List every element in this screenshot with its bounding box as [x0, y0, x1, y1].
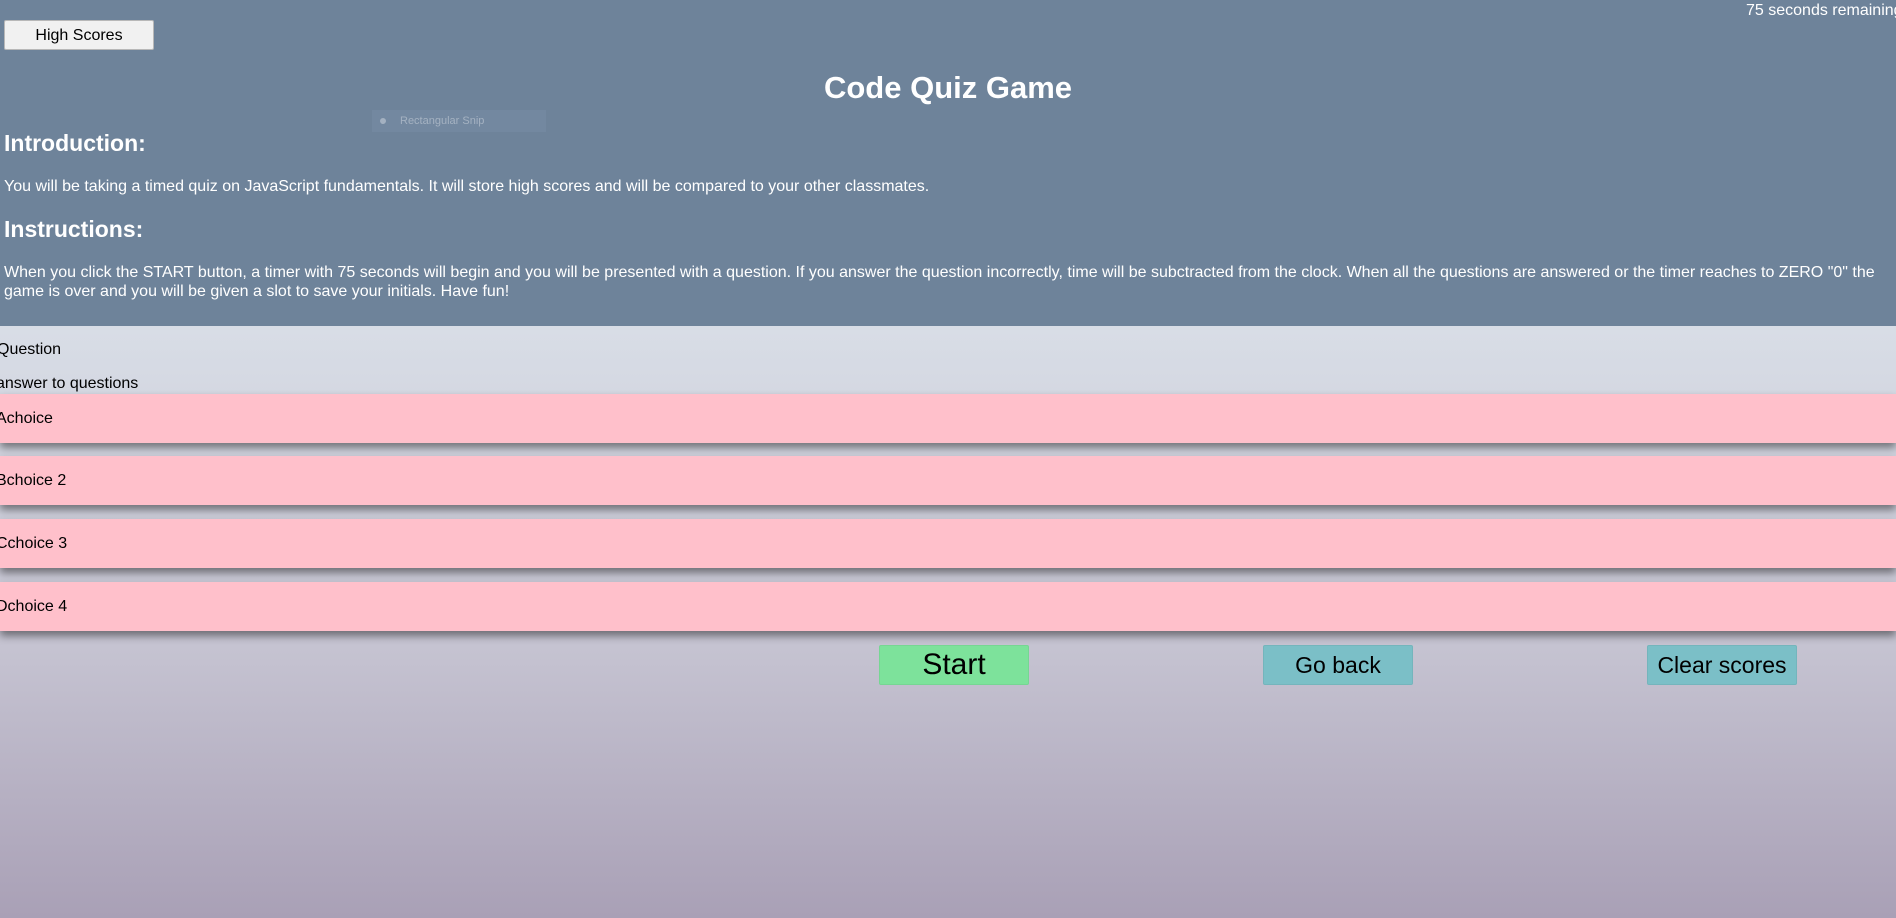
- choice-c-button[interactable]: Cchoice 3: [0, 519, 1896, 568]
- choice-d-button[interactable]: Dchoice 4: [0, 582, 1896, 631]
- instructions-heading: Instructions:: [4, 216, 144, 242]
- choice-d-label: Dchoice 4: [0, 598, 68, 615]
- go-back-button[interactable]: Go back: [1263, 645, 1413, 685]
- rectangular-snip-overlay: Rectangular Snip: [372, 110, 546, 132]
- question-label: Question: [0, 341, 64, 359]
- start-button[interactable]: Start: [879, 645, 1029, 685]
- question-text: Question: [0, 341, 62, 358]
- introduction-heading: Introduction:: [4, 130, 146, 156]
- answer-label: answer to questions: [0, 375, 142, 393]
- choice-b-button[interactable]: Bchoice 2: [0, 456, 1896, 505]
- choice-b-label: Bchoice 2: [0, 472, 67, 489]
- answer-text: answer to questions: [0, 375, 139, 392]
- snip-icon: [380, 118, 386, 125]
- header: High Scores 75 seconds remaining Code Qu…: [0, 0, 1896, 326]
- introduction-text: You will be taking a timed quiz on JavaS…: [4, 178, 930, 195]
- choice-a-button[interactable]: Achoice: [0, 394, 1896, 443]
- clear-scores-button[interactable]: Clear scores: [1647, 645, 1797, 685]
- choice-a-label: Achoice: [0, 410, 53, 427]
- instructions-text: When you click the START button, a timer…: [4, 264, 1875, 300]
- page-title: Code Quiz Game: [823, 70, 1073, 105]
- choice-c-label: Cchoice 3: [0, 535, 68, 552]
- timer-display: 75 seconds remaining: [1746, 2, 1896, 19]
- snip-label: Rectangular Snip: [400, 115, 485, 127]
- high-scores-button[interactable]: High Scores: [4, 20, 154, 50]
